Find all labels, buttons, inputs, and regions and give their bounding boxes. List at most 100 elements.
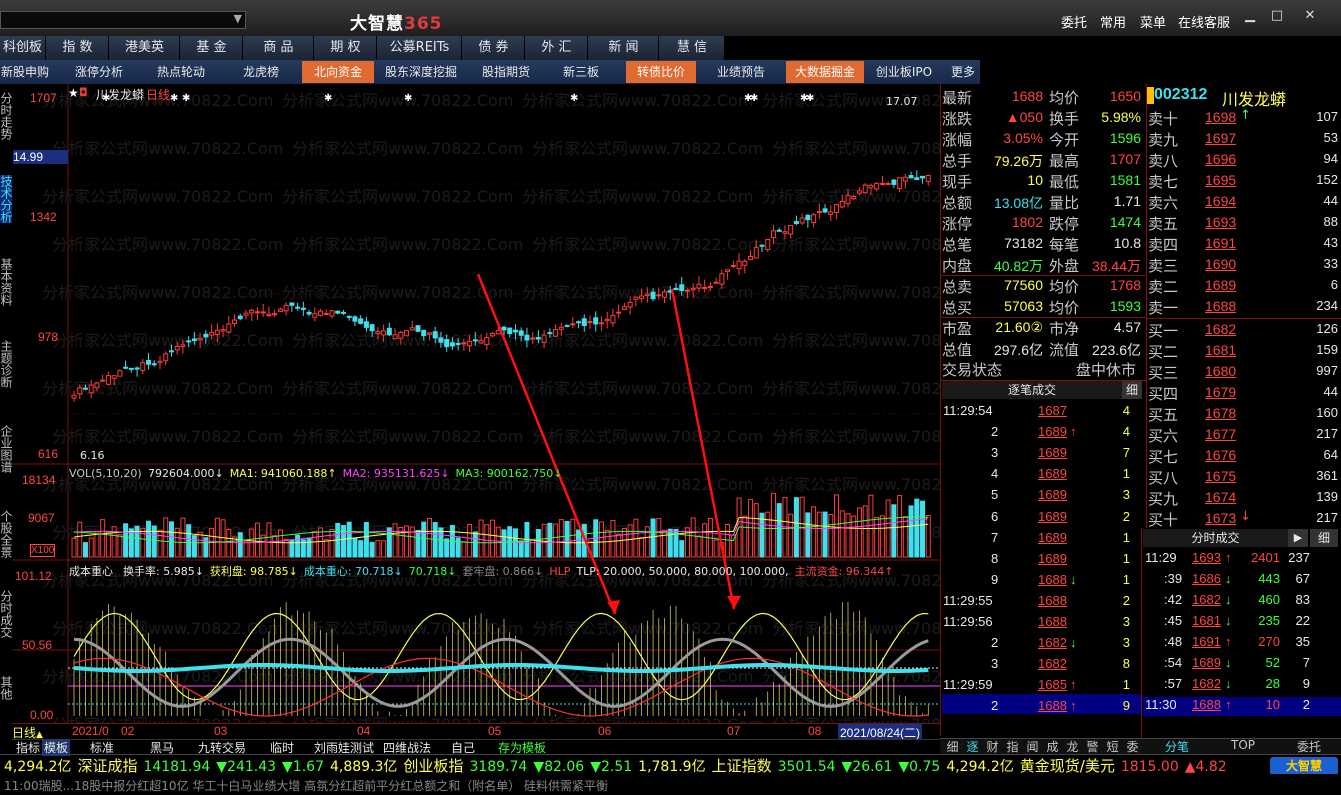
bid-price[interactable]: 1682: [1205, 321, 1236, 337]
feature-tab[interactable]: 龙虎榜: [222, 61, 300, 83]
tick-tab[interactable]: 细: [943, 738, 962, 755]
feature-tab[interactable]: 新股申购: [0, 61, 50, 83]
candle-body: [776, 229, 782, 232]
minute-tab[interactable]: 分笔: [1145, 738, 1209, 755]
nav-tab-index[interactable]: 指 数: [47, 36, 109, 60]
ask-price[interactable]: 1690: [1205, 256, 1236, 272]
chart-tool-button[interactable]: 临时: [268, 739, 296, 756]
bid-price[interactable]: 1674: [1205, 489, 1236, 505]
tick-tab[interactable]: 龙: [1063, 738, 1082, 755]
feature-tab[interactable]: 业绩预告: [698, 61, 784, 83]
side-tab[interactable]: 主题诊断: [0, 340, 13, 388]
chart-tool-button[interactable]: 标准: [88, 739, 116, 756]
tick-time: 9: [991, 571, 999, 587]
watermark-text: 分析家公式网www.70822.Com: [282, 283, 513, 302]
tick-price: 1689: [1038, 445, 1067, 461]
nav-tab-options[interactable]: 期 权: [315, 36, 377, 60]
nav-tab-news[interactable]: 新 闻: [589, 36, 659, 60]
chart-tool-button[interactable]: 存为模板: [496, 739, 548, 756]
side-tab[interactable]: 其他: [0, 676, 13, 700]
bid-price[interactable]: 1678: [1205, 405, 1236, 421]
tick-tab[interactable]: 委: [1123, 738, 1142, 755]
quote-value: 10.8: [1113, 235, 1141, 251]
tick-tab[interactable]: 指: [1003, 738, 1022, 755]
side-tab[interactable]: 个股全景: [0, 510, 13, 558]
bid-price[interactable]: 1673: [1205, 510, 1236, 526]
bid-price[interactable]: 1677: [1205, 426, 1236, 442]
nav-tab-fx[interactable]: 外 汇: [526, 36, 588, 60]
bid-price[interactable]: 1680: [1205, 363, 1236, 379]
bid-price[interactable]: 1681: [1205, 342, 1236, 358]
tick-tab[interactable]: 成: [1043, 738, 1062, 755]
nav-tab-hk-us[interactable]: 港美英: [110, 36, 180, 60]
feature-tab[interactable]: 转债比价: [626, 61, 696, 83]
ask-price[interactable]: 1689: [1205, 277, 1236, 293]
tick-tab[interactable]: 闻: [1023, 738, 1042, 755]
nav-tab-fund[interactable]: 基 金: [181, 36, 243, 60]
ask-price[interactable]: 1696: [1205, 151, 1236, 167]
chart-tool-button[interactable]: 模板: [42, 739, 71, 756]
candle-body: [581, 318, 587, 326]
tick-detail-button[interactable]: 细: [1122, 381, 1142, 399]
nav-tab-huixin[interactable]: 慧 信: [660, 36, 725, 60]
chart-tool-button[interactable]: 黑马: [148, 739, 176, 756]
close-button[interactable]: ✕: [1297, 8, 1323, 26]
nav-tab-bonds[interactable]: 债 券: [463, 36, 525, 60]
ask-price[interactable]: 1698: [1205, 109, 1236, 125]
side-tab[interactable]: 分时成交: [0, 590, 13, 638]
menu-common[interactable]: 常用: [1100, 12, 1126, 31]
bid-price[interactable]: 1675: [1205, 468, 1236, 484]
ask-price[interactable]: 1694: [1205, 193, 1236, 209]
chart-tool-button[interactable]: 自己: [449, 739, 477, 756]
feature-tab[interactable]: 股东深度挖掘: [378, 61, 464, 83]
kline-chart-area[interactable]: 分析家公式网www.70822.Com 分析家公式网www.70822.Com 分析…: [12, 84, 940, 740]
stock-search-input[interactable]: ▼: [0, 11, 246, 29]
chart-tool-button[interactable]: 九转交易: [196, 739, 248, 756]
bid-price[interactable]: 1679: [1205, 384, 1236, 400]
menu-main[interactable]: 菜单: [1140, 12, 1166, 31]
side-tab[interactable]: 技术分析: [0, 175, 13, 223]
bid-price[interactable]: 1676: [1205, 447, 1236, 463]
ask-price[interactable]: 1697: [1205, 130, 1236, 146]
maximize-button[interactable]: □: [1264, 8, 1290, 26]
menu-service[interactable]: 在线客服: [1178, 12, 1230, 31]
ask-price[interactable]: 1688: [1205, 298, 1236, 314]
tick-tab[interactable]: 逐: [963, 738, 982, 755]
feature-tab[interactable]: 大数据掘金: [786, 61, 864, 83]
feature-tab[interactable]: 创业板IPO: [866, 61, 942, 83]
ask-price[interactable]: 1693: [1205, 214, 1236, 230]
minute-detail-button[interactable]: 细: [1310, 529, 1338, 547]
chart-tool-button[interactable]: 四维战法: [381, 739, 433, 756]
minute-tab[interactable]: TOP: [1211, 738, 1275, 752]
feature-tab[interactable]: 涨停分析: [62, 61, 136, 83]
play-icon[interactable]: ▶: [1288, 529, 1308, 547]
dropdown-chevron-icon[interactable]: ▼: [234, 12, 242, 25]
tick-tab[interactable]: 短: [1103, 738, 1122, 755]
tick-tab[interactable]: 警: [1083, 738, 1102, 755]
ask-price[interactable]: 1691: [1205, 235, 1236, 251]
feature-tab[interactable]: 新三板: [546, 61, 616, 83]
chart-star-icon[interactable]: ★: [68, 86, 79, 100]
nav-tab-reits[interactable]: 公募REITs: [378, 36, 462, 60]
menu-trade[interactable]: 委托: [1061, 12, 1087, 31]
side-tab[interactable]: 分时走势: [0, 92, 13, 140]
nav-tab-commodity[interactable]: 商 品: [244, 36, 314, 60]
arrow-down-icon: ↓: [1225, 613, 1232, 628]
minimize-button[interactable]: ▁: [1237, 8, 1263, 26]
side-tab[interactable]: 企业图谱: [0, 425, 13, 473]
feature-tab[interactable]: 热点轮动: [141, 61, 221, 83]
ask-price[interactable]: 1695: [1205, 172, 1236, 188]
chart-tool-button[interactable]: 刘雨娃测试: [312, 739, 376, 756]
event-marker-icon: ✱: [170, 93, 178, 104]
news-ticker[interactable]: 11:00瑞股...18股中报分红超10亿 华工十白马业绩大增 高氛分红超前平分…: [0, 774, 1341, 795]
nav-tab-star[interactable]: 科创板: [0, 36, 46, 60]
more-button[interactable]: 更多: [949, 61, 977, 83]
minute-tab[interactable]: 委托: [1277, 738, 1341, 755]
feature-tab[interactable]: 股指期货: [468, 61, 544, 83]
side-tab[interactable]: 基本资料: [0, 258, 13, 306]
chart-tool-button[interactable]: 指标: [14, 739, 42, 756]
tick-tab[interactable]: 财: [983, 738, 1002, 755]
period-selector[interactable]: 日线▲: [12, 724, 68, 740]
feature-tab[interactable]: 北向资金: [302, 61, 374, 83]
indicator-title[interactable]: 成本重心: [69, 563, 113, 579]
